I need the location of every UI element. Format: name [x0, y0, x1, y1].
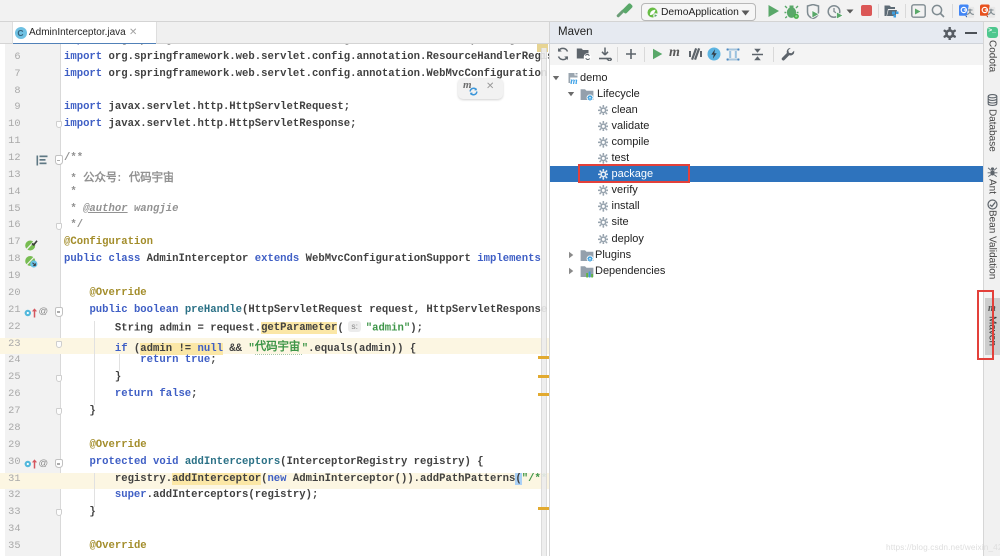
svg-text:m: m	[570, 77, 577, 84]
